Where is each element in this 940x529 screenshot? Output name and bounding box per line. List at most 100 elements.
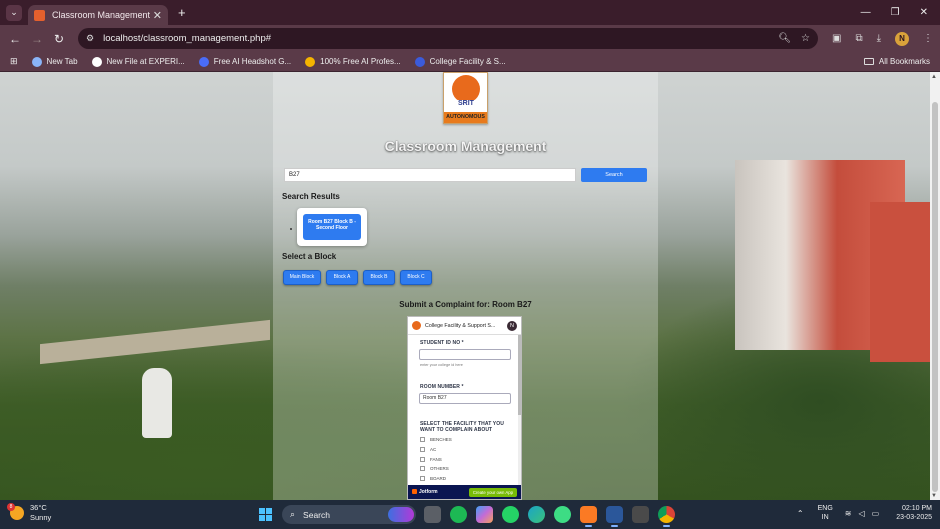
- window-controls: — ❐ ✕: [861, 7, 928, 18]
- checkbox[interactable]: [420, 466, 425, 471]
- checkbox[interactable]: [420, 476, 425, 481]
- bookmark-icon: [198, 56, 209, 67]
- checkbox[interactable]: [420, 457, 425, 462]
- bookmarks-bar: ⊞ New Tab New File at EXPERI... Free AI …: [0, 52, 940, 72]
- option-label: BOARD: [430, 476, 447, 481]
- block-button-a[interactable]: Block A: [326, 270, 358, 285]
- bookmark-item[interactable]: Free AI Headshot G...: [198, 56, 291, 67]
- form-scroll-thumb[interactable]: [518, 335, 521, 415]
- bookmark-icon: [31, 56, 42, 67]
- bookmark-item[interactable]: New Tab: [31, 56, 78, 67]
- forward-icon[interactable]: →: [26, 32, 48, 46]
- block-button-b[interactable]: Block B: [363, 270, 395, 285]
- copilot-icon[interactable]: [476, 506, 493, 523]
- facility-label-line2: WANT TO COMPLAIN ABOUT: [420, 427, 493, 433]
- volume-icon[interactable]: ◁: [858, 509, 864, 518]
- checkbox[interactable]: [420, 447, 425, 452]
- scroll-thumb[interactable]: [932, 102, 938, 492]
- spotify-icon[interactable]: [450, 506, 467, 523]
- bookmark-icon: [414, 56, 425, 67]
- bookmark-label: 100% Free AI Profes...: [320, 57, 401, 66]
- weather-condition: Sunny: [30, 513, 52, 522]
- search-input[interactable]: B27: [284, 168, 576, 182]
- bookmark-star-icon[interactable]: ☆: [801, 33, 810, 44]
- taskbar: 8 36°C Sunny ⌕ Search ⌃ ENG IN ≋ ◁ ▭ 02:…: [0, 500, 940, 529]
- chrome-icon[interactable]: [658, 506, 675, 527]
- close-tab-icon[interactable]: ✕: [153, 9, 162, 22]
- address-bar[interactable]: ⚙ localhost/classroom_management.php# 🔍︎…: [78, 28, 818, 49]
- clock-time: 02:10 PM: [902, 505, 932, 512]
- room-number-field[interactable]: Room B27: [419, 393, 511, 404]
- student-id-field[interactable]: [419, 349, 511, 360]
- sublime-icon[interactable]: [632, 506, 649, 523]
- bookmark-item[interactable]: 100% Free AI Profes...: [305, 56, 401, 67]
- college-logo: SRIT AUTONOMOUS: [443, 72, 488, 124]
- form-scrollbar[interactable]: [518, 335, 521, 485]
- tab-groups-icon[interactable]: ▣: [832, 33, 841, 44]
- browser-tab[interactable]: Classroom Management ✕: [28, 5, 168, 25]
- checkbox[interactable]: [420, 437, 425, 442]
- edge-icon[interactable]: [528, 506, 545, 523]
- close-window-icon[interactable]: ✕: [920, 7, 928, 18]
- scroll-down-icon[interactable]: ▼: [931, 493, 937, 499]
- scroll-up-icon[interactable]: ▲: [931, 74, 937, 80]
- page-scrollbar[interactable]: ▲ ▼: [930, 72, 940, 500]
- system-tray: ⌃ ENG IN ≋ ◁ ▭ 02:10 PM 23-03-2025: [797, 504, 932, 522]
- bookmark-item[interactable]: New File at EXPERI...: [91, 56, 185, 67]
- download-icon[interactable]: ⤓: [877, 33, 881, 44]
- browser-menu-icon[interactable]: ⋮: [923, 33, 933, 44]
- facility-option[interactable]: AC: [420, 447, 436, 452]
- search-button[interactable]: Search: [581, 168, 647, 182]
- android-studio-icon[interactable]: [554, 506, 571, 523]
- xampp-icon[interactable]: [580, 506, 597, 527]
- wifi-icon[interactable]: ≋: [845, 509, 852, 518]
- all-bookmarks[interactable]: All Bookmarks: [863, 57, 930, 66]
- battery-icon[interactable]: ▭: [872, 509, 880, 518]
- bookmark-label: New File at EXPERI...: [106, 57, 185, 66]
- facility-option[interactable]: BENCHES: [420, 437, 452, 442]
- back-icon[interactable]: ←: [4, 32, 26, 46]
- language-code: ENG: [817, 505, 833, 512]
- file-explorer-icon[interactable]: [424, 506, 441, 523]
- extensions-icon[interactable]: ⧉: [855, 33, 862, 44]
- whatsapp-icon[interactable]: [502, 506, 519, 523]
- taskbar-search[interactable]: ⌕ Search: [282, 505, 416, 524]
- region-code: IN: [821, 514, 829, 521]
- option-label: AC: [430, 447, 437, 452]
- bookmark-item[interactable]: College Facility & S...: [414, 56, 506, 67]
- clock-date: 23-03-2025: [896, 514, 932, 521]
- page-title: Classroom Management: [384, 138, 547, 154]
- zoom-icon[interactable]: 🔍︎: [778, 33, 791, 44]
- apps-grid-icon[interactable]: ⊞: [10, 56, 18, 67]
- facility-option[interactable]: OTHERS: [420, 466, 449, 471]
- word-icon[interactable]: [606, 506, 623, 527]
- minimize-icon[interactable]: —: [861, 7, 871, 18]
- system-clock[interactable]: 02:10 PM 23-03-2025: [896, 504, 932, 522]
- form-footer: Jotform Create your own App: [408, 485, 521, 499]
- facility-option[interactable]: FANS: [420, 457, 442, 462]
- language-indicator[interactable]: ENG IN: [818, 504, 833, 522]
- form-header: College Facility & Support S... N: [408, 317, 521, 335]
- block-button-c[interactable]: Block C: [400, 270, 432, 285]
- reload-icon[interactable]: ↻: [48, 32, 70, 46]
- tab-title: Classroom Management: [52, 10, 151, 20]
- background-building-wing: [870, 202, 930, 362]
- facility-option[interactable]: BOARD: [420, 476, 446, 481]
- jotform-logo-icon: [412, 489, 417, 494]
- browser-tab-bar: ⌄ Classroom Management ✕ + — ❐ ✕: [0, 0, 940, 25]
- all-bookmarks-label: All Bookmarks: [878, 57, 930, 66]
- weather-widget[interactable]: 8 36°C Sunny: [7, 503, 52, 523]
- restore-icon[interactable]: ❐: [891, 7, 900, 18]
- new-tab-button[interactable]: +: [178, 5, 186, 20]
- windows-start-icon[interactable]: [259, 508, 272, 521]
- block-button-main[interactable]: Main Block: [283, 270, 321, 285]
- tab-search-button[interactable]: ⌄: [6, 4, 22, 21]
- show-hidden-icons-icon[interactable]: ⌃: [797, 509, 804, 518]
- form-avatar[interactable]: N: [507, 320, 517, 331]
- profile-avatar[interactable]: N: [895, 31, 910, 46]
- jotform-brand[interactable]: Jotform: [412, 489, 469, 495]
- site-info-icon[interactable]: ⚙: [86, 33, 94, 44]
- logo-text: SRIT: [448, 100, 484, 107]
- create-app-button[interactable]: Create your own App: [468, 487, 517, 497]
- room-result-button[interactable]: Room B27 Block B - Second Floor: [303, 214, 361, 240]
